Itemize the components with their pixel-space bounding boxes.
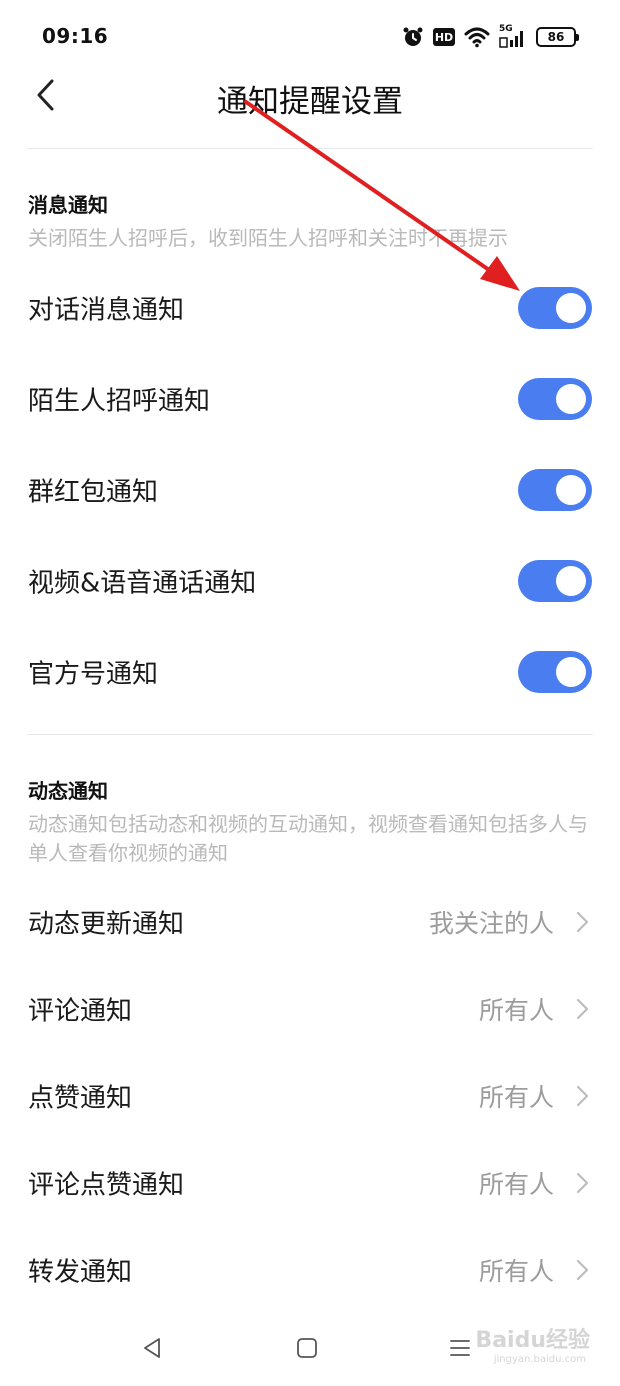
header: 通知提醒设置 xyxy=(0,60,620,150)
row-label: 转发通知 xyxy=(28,1257,133,1288)
row-label: 评论通知 xyxy=(28,996,133,1027)
toggle-knob xyxy=(556,293,586,323)
row-feed-update-notification[interactable]: 动态更新通知 我关注的人 xyxy=(0,882,620,962)
row-chat-message-notification[interactable]: 对话消息通知 xyxy=(0,268,620,348)
nav-back-button[interactable] xyxy=(134,1330,170,1366)
chevron-right-icon xyxy=(576,1259,589,1281)
chevron-right-icon xyxy=(576,911,589,933)
page-title: 通知提醒设置 xyxy=(217,84,403,120)
row-label: 动态更新通知 xyxy=(28,909,185,940)
row-label: 点赞通知 xyxy=(28,1083,133,1114)
system-navigation-bar: Baidu经验 jingyan.baidu.com xyxy=(0,1310,620,1386)
nav-menu-button[interactable] xyxy=(442,1330,478,1366)
status-time: 09:16 xyxy=(42,24,109,48)
row-official-account-notification[interactable]: 官方号通知 xyxy=(0,632,620,712)
signal-icon: 5G xyxy=(499,24,527,48)
row-repost-notification[interactable]: 转发通知 所有人 xyxy=(0,1230,620,1310)
section-divider xyxy=(27,734,593,735)
header-divider xyxy=(27,148,593,149)
status-icons: HD 5G 86 xyxy=(402,24,579,50)
row-value: 所有人 xyxy=(478,1170,554,1199)
row-label: 评论点赞通知 xyxy=(28,1170,185,1201)
row-label: 对话消息通知 xyxy=(28,295,185,326)
section-description: 关闭陌生人招呼后，收到陌生人招呼和关注时不再提示 xyxy=(28,226,508,250)
chevron-right-icon xyxy=(576,998,589,1020)
chevron-right-icon xyxy=(576,1172,589,1194)
battery-indicator: 86 xyxy=(536,27,579,47)
menu-lines-icon xyxy=(450,1340,470,1356)
watermark-url: jingyan.baidu.com xyxy=(493,1354,586,1365)
row-value: 所有人 xyxy=(478,996,554,1025)
toggle-knob xyxy=(556,475,586,505)
watermark-brand: Baidu经验 xyxy=(475,1328,590,1353)
toggle-knob xyxy=(556,384,586,414)
toggle-switch-on[interactable] xyxy=(518,378,592,420)
row-label: 群红包通知 xyxy=(28,477,159,508)
wifi-icon xyxy=(464,26,490,48)
row-comment-like-notification[interactable]: 评论点赞通知 所有人 xyxy=(0,1143,620,1223)
section-title: 消息通知 xyxy=(28,193,108,217)
alarm-clock-icon xyxy=(402,26,424,48)
nav-home-button[interactable] xyxy=(289,1330,325,1366)
row-group-red-packet-notification[interactable]: 群红包通知 xyxy=(0,450,620,530)
row-comment-notification[interactable]: 评论通知 所有人 xyxy=(0,969,620,1049)
row-label: 视频&语音通话通知 xyxy=(28,568,257,599)
triangle-back-icon xyxy=(144,1338,160,1358)
hd-badge: HD xyxy=(433,28,455,46)
section-description: 动态通知包括动态和视频的互动通知，视频查看通知包括多人与单人查看你视频的通知 xyxy=(28,812,588,865)
row-label: 官方号通知 xyxy=(28,659,159,690)
section-title: 动态通知 xyxy=(28,779,108,803)
row-like-notification[interactable]: 点赞通知 所有人 xyxy=(0,1056,620,1136)
row-stranger-greeting-notification[interactable]: 陌生人招呼通知 xyxy=(0,359,620,439)
chevron-right-icon xyxy=(576,1085,589,1107)
row-value: 所有人 xyxy=(478,1083,554,1112)
toggle-switch-on[interactable] xyxy=(518,560,592,602)
square-home-icon xyxy=(297,1338,317,1358)
toggle-switch-on[interactable] xyxy=(518,287,592,329)
toggle-knob xyxy=(556,566,586,596)
section-feed-notifications: 动态通知 动态通知包括动态和视频的互动通知，视频查看通知包括多人与单人查看你视频… xyxy=(28,775,594,868)
section-message-notifications: 消息通知 关闭陌生人招呼后，收到陌生人招呼和关注时不再提示 xyxy=(28,189,594,253)
row-video-voice-call-notification[interactable]: 视频&语音通话通知 xyxy=(0,541,620,621)
row-value: 我关注的人 xyxy=(428,909,554,938)
row-label: 陌生人招呼通知 xyxy=(28,386,211,417)
toggle-switch-on[interactable] xyxy=(518,651,592,693)
toggle-switch-on[interactable] xyxy=(518,469,592,511)
toggle-knob xyxy=(556,657,586,687)
row-value: 所有人 xyxy=(478,1257,554,1286)
